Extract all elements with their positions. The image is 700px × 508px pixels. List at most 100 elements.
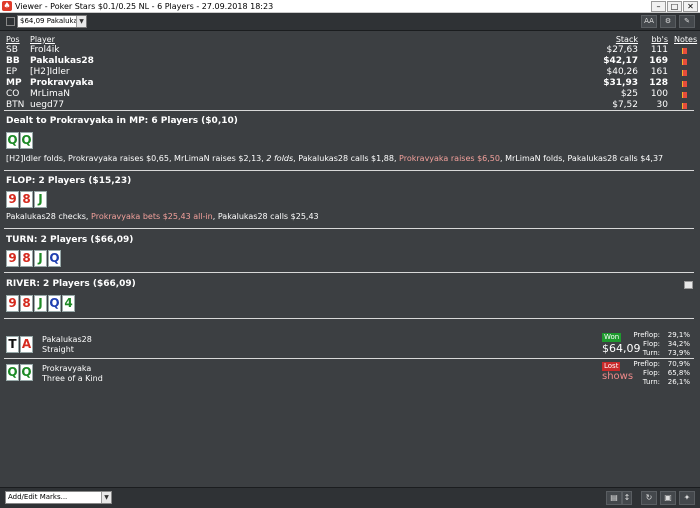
twitter-button[interactable]: ✦ xyxy=(679,491,695,505)
player-pos: BB xyxy=(6,56,20,66)
playing-card: J xyxy=(34,191,47,208)
turn-heading: TURN: 2 Players ($66,09) xyxy=(6,235,134,245)
hand-checkbox[interactable] xyxy=(6,17,15,26)
result-cards: QQ xyxy=(6,364,33,381)
preflop-actions: [H2]Idler folds, Prokravyaka raises $0,6… xyxy=(6,154,663,163)
separator xyxy=(4,110,694,111)
equity-value: 26,1% xyxy=(667,378,690,386)
playing-card: 9 xyxy=(6,250,19,267)
equity-stat: Flop: 34,2% xyxy=(620,340,690,348)
equity-stat: Flop: 65,8% xyxy=(620,369,690,377)
playing-card: Q xyxy=(6,364,19,381)
playing-card: 9 xyxy=(6,191,19,208)
chevron-down-icon: ▼ xyxy=(101,492,111,503)
turn-cards: 98JQ xyxy=(6,250,61,267)
separator xyxy=(4,318,694,319)
preflop-action-text: , MrLimaN folds, Pakalukas28 calls $4,37 xyxy=(500,154,664,163)
equity-label: Flop: xyxy=(642,340,660,348)
maximize-button[interactable]: □ xyxy=(667,1,682,12)
replay-icon: ↻ xyxy=(645,493,653,502)
spinner-button[interactable]: ↕ xyxy=(622,491,632,505)
hand-select[interactable]: $64,09 Pakalukas28 ▼ xyxy=(17,15,87,28)
flop-action-bet: Prokravyaka bets $25,43 all-in xyxy=(91,212,213,221)
playing-card: J xyxy=(34,250,47,267)
equity-stat: Preflop: 29,1% xyxy=(620,331,690,339)
replay-button[interactable]: ↻ xyxy=(641,491,657,505)
playing-card: Q xyxy=(48,250,61,267)
app-icon: ♠ xyxy=(2,1,12,11)
marks-select-value: Add/Edit Marks... xyxy=(8,493,68,501)
player-row[interactable]: MP Prokravyaka $31,93 128 xyxy=(6,78,694,89)
separator xyxy=(4,170,694,171)
equity-label: Preflop: xyxy=(633,360,660,368)
preflop-heading: Dealt to Prokravyaka in MP: 6 Players ($… xyxy=(6,116,238,126)
player-pos: MP xyxy=(6,78,22,88)
edit-button[interactable]: ✎ xyxy=(679,15,695,28)
preflop-action-text: , Pakalukas28 calls $1,88, xyxy=(293,154,400,163)
equity-value: 65,8% xyxy=(667,369,690,377)
player-name: [H2]Idler xyxy=(30,67,70,77)
hole-cards: QQ xyxy=(6,132,33,149)
result-hand: Straight xyxy=(42,345,74,354)
player-row[interactable]: BB Pakalukas28 $42,17 169 xyxy=(6,56,694,67)
player-row[interactable]: SB Frol4ik $27,63 111 xyxy=(6,45,694,56)
player-name: Prokravyaka xyxy=(30,78,94,88)
equity-stat: Turn: 26,1% xyxy=(620,378,690,386)
settings-button[interactable]: ⚙ xyxy=(660,15,676,28)
player-bbs: 169 xyxy=(649,56,668,66)
flop-action-text: , Pakalukas28 calls $25,43 xyxy=(212,212,319,221)
twitter-icon: ✦ xyxy=(683,493,691,502)
result-cards: TA xyxy=(6,336,33,353)
playing-card: T xyxy=(6,336,19,353)
clipboard-button[interactable]: ▤ xyxy=(606,491,622,505)
player-pos: EP xyxy=(6,67,18,77)
player-stack: $40,26 xyxy=(606,67,639,77)
player-stack: $27,63 xyxy=(606,45,639,55)
marks-select[interactable]: Add/Edit Marks... ▼ xyxy=(5,491,112,504)
player-row[interactable]: EP [H2]Idler $40,26 161 xyxy=(6,67,694,78)
header-pos: Pos xyxy=(6,35,20,44)
player-bbs: 128 xyxy=(649,78,668,88)
playing-card: 9 xyxy=(6,295,19,312)
player-pos: CO xyxy=(6,89,20,99)
player-stack: $31,93 xyxy=(603,78,638,88)
chevron-down-icon: ▼ xyxy=(76,16,86,27)
equity-label: Flop: xyxy=(642,369,660,377)
flop-cards: 98J xyxy=(6,191,47,208)
close-button[interactable]: ✕ xyxy=(683,1,698,12)
flop-heading: FLOP: 2 Players ($15,23) xyxy=(6,176,132,186)
players-header: Pos Player Stack bb's Notes xyxy=(6,34,697,45)
player-row[interactable]: CO MrLimaN $25 100 xyxy=(6,89,694,100)
note-flag-icon[interactable] xyxy=(678,100,690,113)
toolbar: $64,09 Pakalukas28 ▼ AA ⚙ ✎ xyxy=(0,13,700,31)
player-bbs: 100 xyxy=(650,89,668,99)
playing-card: Q xyxy=(48,295,61,312)
minimize-button[interactable]: – xyxy=(651,1,666,12)
equity-value: 73,9% xyxy=(667,349,690,357)
player-stack: $42,17 xyxy=(603,56,638,66)
save-icon: ▣ xyxy=(664,493,672,502)
header-stack: Stack xyxy=(615,35,638,44)
flop-actions: Pakalukas28 checks, Prokravyaka bets $25… xyxy=(6,212,319,221)
playing-card: Q xyxy=(20,364,33,381)
save-button[interactable]: ▣ xyxy=(660,491,676,505)
player-stack: $25 xyxy=(620,89,638,99)
title-bar: ♠ Viewer - Poker Stars $0.1/0.25 NL - 6 … xyxy=(0,0,700,13)
playing-card: 8 xyxy=(20,295,33,312)
equity-value: 70,9% xyxy=(667,360,690,368)
won-badge: Won xyxy=(602,333,622,342)
note-icon[interactable] xyxy=(684,281,693,289)
flop-action-text: Pakalukas28 checks, xyxy=(6,212,92,221)
result-player-name: Pakalukas28 xyxy=(42,335,92,344)
lost-badge: Lost xyxy=(602,362,621,371)
font-size-button[interactable]: AA xyxy=(641,15,657,28)
river-heading: RIVER: 2 Players ($66,09) xyxy=(6,279,136,289)
playing-card: Q xyxy=(20,132,33,149)
header-bbs: bb's xyxy=(651,35,668,44)
pencil-icon: ✎ xyxy=(684,17,690,25)
separator xyxy=(4,228,694,229)
separator xyxy=(4,358,694,359)
playing-card: J xyxy=(34,295,47,312)
player-name: Frol4ik xyxy=(30,45,60,55)
equity-label: Turn: xyxy=(642,349,660,357)
